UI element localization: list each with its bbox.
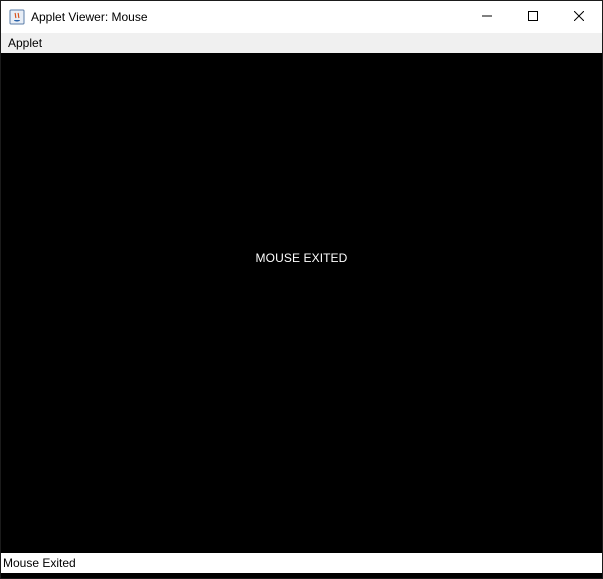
applet-canvas[interactable]: MOUSE EXITED [1, 53, 602, 553]
menu-applet[interactable]: Applet [1, 33, 49, 53]
java-applet-icon[interactable] [9, 9, 25, 25]
window-controls [464, 1, 602, 33]
mouse-event-message: MOUSE EXITED [255, 251, 348, 265]
minimize-button[interactable] [464, 1, 510, 33]
maximize-icon [528, 8, 538, 26]
window-title: Applet Viewer: Mouse [31, 10, 148, 24]
applet-viewer-window: Applet Viewer: Mouse Applet MOUSE EXITED… [0, 0, 603, 579]
close-icon [573, 8, 585, 26]
status-bar: Mouse Exited [1, 553, 602, 573]
minimize-icon [482, 8, 492, 26]
menu-bar: Applet [1, 33, 602, 53]
close-button[interactable] [556, 1, 602, 33]
window-bottom-border [1, 573, 602, 578]
maximize-button[interactable] [510, 1, 556, 33]
title-bar[interactable]: Applet Viewer: Mouse [1, 1, 602, 33]
status-text: Mouse Exited [3, 556, 76, 570]
